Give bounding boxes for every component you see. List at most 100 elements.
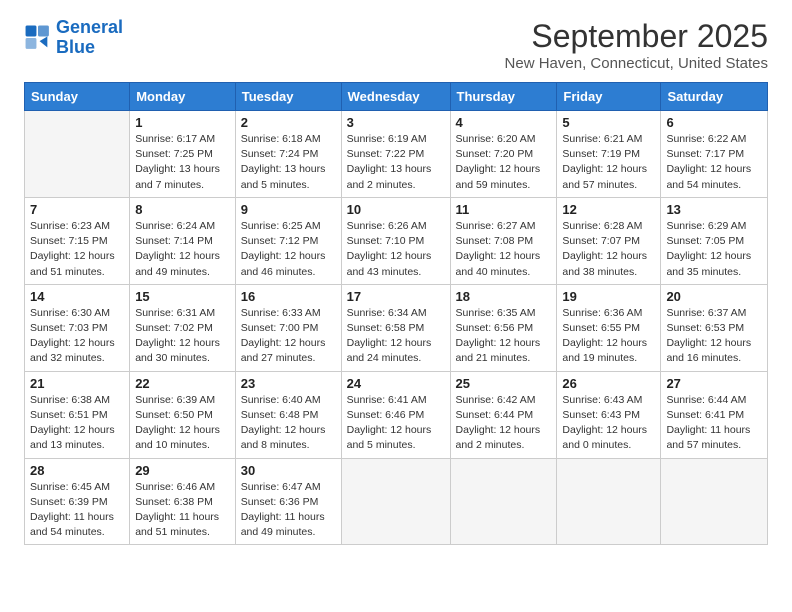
- logo: General Blue: [24, 18, 123, 58]
- day-info: Sunrise: 6:26 AMSunset: 7:10 PMDaylight:…: [347, 219, 445, 280]
- col-sunday: Sunday: [25, 83, 130, 111]
- day-info: Sunrise: 6:46 AMSunset: 6:38 PMDaylight:…: [135, 480, 230, 541]
- header: General Blue September 2025 New Haven, C…: [24, 18, 768, 72]
- day-info: Sunrise: 6:21 AMSunset: 7:19 PMDaylight:…: [562, 132, 655, 193]
- week-row-3: 21 Sunrise: 6:38 AMSunset: 6:51 PMDayligh…: [25, 371, 768, 458]
- calendar-cell: 8 Sunrise: 6:24 AMSunset: 7:14 PMDaylight…: [130, 197, 236, 284]
- calendar-subtitle: New Haven, Connecticut, United States: [505, 55, 768, 72]
- day-number: 7: [30, 202, 124, 217]
- calendar-cell: 25 Sunrise: 6:42 AMSunset: 6:44 PMDayligh…: [450, 371, 557, 458]
- day-number: 25: [456, 376, 552, 391]
- logo-line1: General: [56, 17, 123, 37]
- calendar-cell: [557, 458, 661, 545]
- logo-text: General Blue: [56, 18, 123, 58]
- day-number: 16: [241, 289, 336, 304]
- day-number: 10: [347, 202, 445, 217]
- day-info: Sunrise: 6:31 AMSunset: 7:02 PMDaylight:…: [135, 306, 230, 367]
- day-info: Sunrise: 6:44 AMSunset: 6:41 PMDaylight:…: [666, 393, 762, 454]
- calendar-cell: 1Sunrise: 6:17 AMSunset: 7:25 PMDaylight…: [130, 111, 236, 198]
- day-info: Sunrise: 6:18 AMSunset: 7:24 PMDaylight:…: [241, 132, 336, 193]
- logo-icon: [24, 24, 52, 52]
- col-tuesday: Tuesday: [235, 83, 341, 111]
- calendar-cell: 5 Sunrise: 6:21 AMSunset: 7:19 PMDaylight…: [557, 111, 661, 198]
- day-number: 3: [347, 115, 445, 130]
- calendar-cell: 10 Sunrise: 6:26 AMSunset: 7:10 PMDayligh…: [341, 197, 450, 284]
- day-info: Sunrise: 6:39 AMSunset: 6:50 PMDaylight:…: [135, 393, 230, 454]
- title-block: September 2025 New Haven, Connecticut, U…: [505, 18, 768, 72]
- day-info: Sunrise: 6:42 AMSunset: 6:44 PMDaylight:…: [456, 393, 552, 454]
- day-number: 19: [562, 289, 655, 304]
- day-info: Sunrise: 6:45 AMSunset: 6:39 PMDaylight:…: [30, 480, 124, 541]
- calendar-cell: 21 Sunrise: 6:38 AMSunset: 6:51 PMDayligh…: [25, 371, 130, 458]
- calendar-cell: 13Sunrise: 6:29 AMSunset: 7:05 PMDayligh…: [661, 197, 768, 284]
- day-number: 30: [241, 463, 336, 478]
- col-wednesday: Wednesday: [341, 83, 450, 111]
- calendar-cell: 7 Sunrise: 6:23 AMSunset: 7:15 PMDaylight…: [25, 197, 130, 284]
- day-number: 22: [135, 376, 230, 391]
- calendar-cell: [25, 111, 130, 198]
- calendar-cell: 27 Sunrise: 6:44 AMSunset: 6:41 PMDayligh…: [661, 371, 768, 458]
- calendar-cell: 6 Sunrise: 6:22 AMSunset: 7:17 PMDaylight…: [661, 111, 768, 198]
- day-number: 1: [135, 115, 230, 130]
- calendar-cell: 19Sunrise: 6:36 AMSunset: 6:55 PMDayligh…: [557, 284, 661, 371]
- day-info: Sunrise: 6:30 AMSunset: 7:03 PMDaylight:…: [30, 306, 124, 367]
- day-info: Sunrise: 6:28 AMSunset: 7:07 PMDaylight:…: [562, 219, 655, 280]
- calendar-cell: 12Sunrise: 6:28 AMSunset: 7:07 PMDayligh…: [557, 197, 661, 284]
- calendar-cell: [450, 458, 557, 545]
- day-info: Sunrise: 6:43 AMSunset: 6:43 PMDaylight:…: [562, 393, 655, 454]
- calendar-cell: 29 Sunrise: 6:46 AMSunset: 6:38 PMDayligh…: [130, 458, 236, 545]
- calendar-cell: 14 Sunrise: 6:30 AMSunset: 7:03 PMDayligh…: [25, 284, 130, 371]
- day-number: 9: [241, 202, 336, 217]
- day-info: Sunrise: 6:37 AMSunset: 6:53 PMDaylight:…: [666, 306, 762, 367]
- day-info: Sunrise: 6:29 AMSunset: 7:05 PMDaylight:…: [666, 219, 762, 280]
- calendar-cell: 2 Sunrise: 6:18 AMSunset: 7:24 PMDaylight…: [235, 111, 341, 198]
- day-number: 14: [30, 289, 124, 304]
- calendar-cell: 4Sunrise: 6:20 AMSunset: 7:20 PMDaylight…: [450, 111, 557, 198]
- week-row-2: 14 Sunrise: 6:30 AMSunset: 7:03 PMDayligh…: [25, 284, 768, 371]
- day-number: 11: [456, 202, 552, 217]
- day-info: Sunrise: 6:34 AMSunset: 6:58 PMDaylight:…: [347, 306, 445, 367]
- day-number: 8: [135, 202, 230, 217]
- week-row-1: 7 Sunrise: 6:23 AMSunset: 7:15 PMDaylight…: [25, 197, 768, 284]
- calendar-cell: 3 Sunrise: 6:19 AMSunset: 7:22 PMDaylight…: [341, 111, 450, 198]
- calendar-cell: 30 Sunrise: 6:47 AMSunset: 6:36 PMDayligh…: [235, 458, 341, 545]
- day-number: 24: [347, 376, 445, 391]
- calendar-cell: [661, 458, 768, 545]
- col-friday: Friday: [557, 83, 661, 111]
- day-info: Sunrise: 6:25 AMSunset: 7:12 PMDaylight:…: [241, 219, 336, 280]
- day-number: 21: [30, 376, 124, 391]
- day-number: 29: [135, 463, 230, 478]
- day-info: Sunrise: 6:24 AMSunset: 7:14 PMDaylight:…: [135, 219, 230, 280]
- day-number: 23: [241, 376, 336, 391]
- day-info: Sunrise: 6:19 AMSunset: 7:22 PMDaylight:…: [347, 132, 445, 193]
- calendar-cell: 24Sunrise: 6:41 AMSunset: 6:46 PMDayligh…: [341, 371, 450, 458]
- day-info: Sunrise: 6:40 AMSunset: 6:48 PMDaylight:…: [241, 393, 336, 454]
- day-number: 27: [666, 376, 762, 391]
- day-number: 26: [562, 376, 655, 391]
- calendar-cell: 28Sunrise: 6:45 AMSunset: 6:39 PMDayligh…: [25, 458, 130, 545]
- calendar-cell: 23 Sunrise: 6:40 AMSunset: 6:48 PMDayligh…: [235, 371, 341, 458]
- day-number: 6: [666, 115, 762, 130]
- day-info: Sunrise: 6:47 AMSunset: 6:36 PMDaylight:…: [241, 480, 336, 541]
- calendar-cell: 20 Sunrise: 6:37 AMSunset: 6:53 PMDayligh…: [661, 284, 768, 371]
- day-number: 2: [241, 115, 336, 130]
- col-saturday: Saturday: [661, 83, 768, 111]
- day-number: 5: [562, 115, 655, 130]
- day-info: Sunrise: 6:27 AMSunset: 7:08 PMDaylight:…: [456, 219, 552, 280]
- day-number: 20: [666, 289, 762, 304]
- day-info: Sunrise: 6:23 AMSunset: 7:15 PMDaylight:…: [30, 219, 124, 280]
- day-info: Sunrise: 6:22 AMSunset: 7:17 PMDaylight:…: [666, 132, 762, 193]
- calendar-cell: 15 Sunrise: 6:31 AMSunset: 7:02 PMDayligh…: [130, 284, 236, 371]
- day-info: Sunrise: 6:38 AMSunset: 6:51 PMDaylight:…: [30, 393, 124, 454]
- calendar-table: Sunday Monday Tuesday Wednesday Thursday…: [24, 82, 768, 545]
- calendar-cell: 18Sunrise: 6:35 AMSunset: 6:56 PMDayligh…: [450, 284, 557, 371]
- day-info: Sunrise: 6:20 AMSunset: 7:20 PMDaylight:…: [456, 132, 552, 193]
- week-row-4: 28Sunrise: 6:45 AMSunset: 6:39 PMDayligh…: [25, 458, 768, 545]
- calendar-cell: 17Sunrise: 6:34 AMSunset: 6:58 PMDayligh…: [341, 284, 450, 371]
- day-number: 15: [135, 289, 230, 304]
- calendar-cell: 9 Sunrise: 6:25 AMSunset: 7:12 PMDaylight…: [235, 197, 341, 284]
- calendar-cell: 16Sunrise: 6:33 AMSunset: 7:00 PMDayligh…: [235, 284, 341, 371]
- calendar-cell: [341, 458, 450, 545]
- calendar-cell: 26 Sunrise: 6:43 AMSunset: 6:43 PMDayligh…: [557, 371, 661, 458]
- page: General Blue September 2025 New Haven, C…: [0, 0, 792, 612]
